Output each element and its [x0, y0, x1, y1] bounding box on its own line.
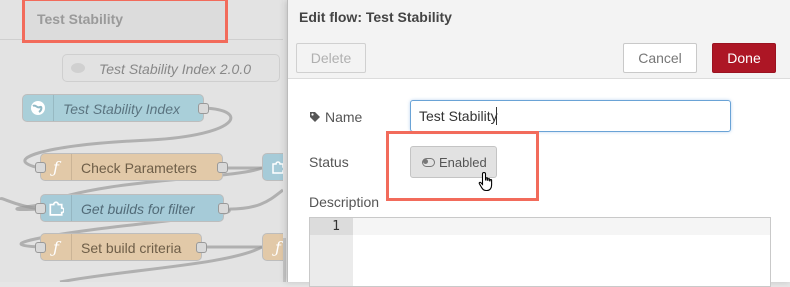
delete-button[interactable]: Delete — [296, 43, 366, 73]
done-button[interactable]: Done — [712, 43, 776, 73]
output-port[interactable] — [198, 103, 209, 114]
tray-title: Edit flow: Test Stability — [299, 9, 452, 25]
status-highlight-box — [386, 131, 539, 201]
flow-workspace[interactable]: Test Stability Test Stability Index 2.0.… — [0, 0, 283, 282]
function-icon: ƒ — [41, 234, 72, 260]
flow-name-input[interactable] — [410, 100, 731, 132]
name-label-text: Name — [325, 109, 363, 125]
tab-highlight-box — [22, 0, 228, 43]
description-editor[interactable]: 1 — [309, 217, 771, 287]
function-icon: ƒ — [263, 234, 283, 260]
globe-icon — [23, 95, 54, 121]
node-label: Test Stability Index 2.0.0 — [99, 61, 252, 77]
status-label: Status — [309, 154, 349, 170]
tray-toolbar: Delete Cancel Done — [288, 34, 790, 79]
text-caret — [496, 107, 497, 125]
output-port[interactable] — [217, 162, 228, 173]
function-node-set-build-criteria[interactable]: ƒ Set build criteria — [35, 233, 207, 261]
cancel-button[interactable]: Cancel — [623, 43, 697, 73]
editor-active-line[interactable] — [353, 218, 770, 235]
node-label: Test Stability Index — [63, 101, 180, 117]
output-port[interactable] — [196, 242, 207, 253]
description-label: Description — [309, 194, 380, 210]
function-icon: ƒ — [41, 154, 72, 180]
editor-gutter: 1 — [310, 218, 353, 286]
node-label: Set build criteria — [81, 240, 182, 256]
link-in-node[interactable]: Test Stability Index — [22, 94, 209, 122]
line-number: 1 — [332, 219, 340, 234]
hand-pointer-icon — [478, 171, 493, 192]
name-label: Name — [309, 109, 362, 125]
tray-header: Edit flow: Test Stability — [288, 0, 790, 35]
output-port[interactable] — [218, 203, 229, 214]
puzzle-icon — [263, 154, 283, 180]
function-node[interactable]: ƒ — [262, 233, 283, 261]
workspace-scrollbar[interactable] — [283, 238, 286, 282]
node-label: Check Parameters — [81, 160, 197, 176]
edit-flow-tray: Edit flow: Test Stability Delete Cancel … — [287, 0, 790, 287]
node-label: Get builds for filter — [81, 201, 195, 217]
subflow-node-get-builds[interactable]: Get builds for filter — [35, 194, 229, 222]
tag-icon — [310, 112, 320, 122]
subflow-node[interactable] — [262, 153, 283, 181]
comment-node[interactable]: Test Stability Index 2.0.0 — [62, 54, 280, 82]
puzzle-icon — [41, 195, 72, 221]
function-node-check-parameters[interactable]: ƒ Check Parameters — [35, 153, 228, 181]
comment-icon — [63, 55, 93, 81]
